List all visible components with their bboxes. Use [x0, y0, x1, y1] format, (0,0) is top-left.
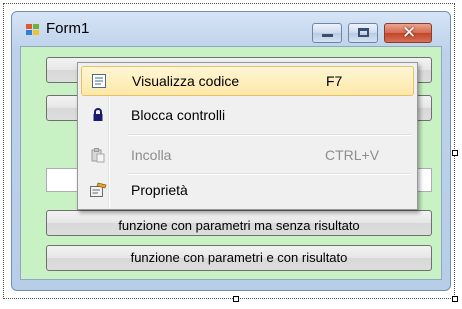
properties-icon [89, 182, 107, 200]
menu-item-shortcut: CTRL+V [325, 147, 380, 163]
menu-item-paste[interactable]: Incolla CTRL+V [81, 141, 414, 171]
menu-item-label: Proprietà [131, 182, 188, 198]
paste-icon [89, 147, 107, 165]
menu-item-label: Blocca controlli [131, 107, 226, 123]
resize-handle-right[interactable] [452, 150, 458, 156]
close-icon: ✕ [402, 23, 417, 43]
menu-item-lock-controls[interactable]: Blocca controlli [81, 101, 414, 131]
function-params-with-result-button[interactable]: funzione con parametri e con risultato [46, 245, 432, 271]
menu-item-view-code[interactable]: Visualizza codice F7 [81, 66, 414, 96]
menu-item-shortcut: F7 [326, 73, 343, 89]
menu-item-label: Visualizza codice [132, 73, 240, 89]
minimize-icon [322, 34, 333, 37]
lock-icon [89, 107, 107, 125]
menu-separator [128, 173, 411, 175]
menu-separator [128, 134, 411, 136]
maximize-button[interactable] [348, 23, 378, 43]
context-menu: Visualizza codice F7 Blocca controlli In… [77, 62, 418, 210]
function-params-no-result-button[interactable]: funzione con parametri ma senza risultat… [46, 210, 432, 236]
menu-item-label: Incolla [131, 147, 172, 163]
window-title: Form1 [46, 20, 90, 37]
view-code-icon [90, 73, 108, 91]
minimize-button[interactable] [312, 23, 342, 43]
resize-handle-bottom[interactable] [233, 296, 239, 302]
windows-form-icon [26, 24, 40, 36]
title-bar[interactable]: Form1 ✕ [12, 12, 450, 46]
resize-handle-bottom-right[interactable] [452, 296, 458, 302]
maximize-icon [358, 28, 369, 37]
close-button[interactable]: ✕ [384, 23, 432, 43]
menu-item-properties[interactable]: Proprietà [81, 176, 414, 206]
